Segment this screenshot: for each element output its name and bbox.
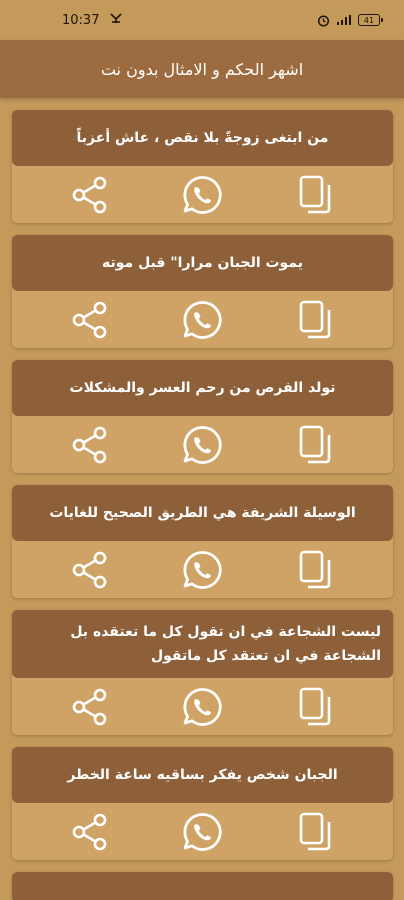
quote-card: ليست الشجاعة في ان تقول كل ما تعتقده بل … — [12, 610, 393, 735]
whatsapp-icon — [183, 550, 223, 589]
whatsapp-icon — [183, 300, 223, 339]
quote-text: الوسيلة الشريفة هي الطريق الصحيح للغايات — [12, 485, 393, 541]
whatsapp-button[interactable] — [180, 298, 224, 342]
share-button[interactable] — [68, 548, 112, 592]
quote-card: يموت الجبان مرارا" قبل موته — [12, 235, 393, 348]
quotes-list[interactable]: من ابتغى زوجةً بلا نقص ، عاش أعزباً يموت… — [12, 110, 393, 900]
quote-actions — [12, 166, 393, 223]
quote-text: يموت الجبان مرارا" قبل موته — [12, 235, 393, 291]
status-time: 10:37 — [62, 12, 100, 28]
quote-text: ليست الشجاعة في ان تقول كل ما تعتقده بل … — [12, 610, 393, 678]
share-icon — [72, 551, 107, 588]
whatsapp-button[interactable] — [180, 685, 224, 729]
share-button[interactable] — [68, 685, 112, 729]
quote-text: من ابتغى زوجةً بلا نقص ، عاش أعزباً — [12, 110, 393, 166]
whatsapp-button[interactable] — [180, 810, 224, 854]
quote-card-partial — [12, 872, 393, 900]
quote-actions — [12, 541, 393, 598]
app-title: اشهر الحكم و الامثال بدون نت — [100, 59, 304, 79]
quote-text: تولد الفرص من رحم العسر والمشكلات — [12, 360, 393, 416]
quote-actions — [12, 416, 393, 473]
whatsapp-button[interactable] — [180, 548, 224, 592]
quote-card: الوسيلة الشريفة هي الطريق الصحيح للغايات — [12, 485, 393, 598]
data-transfer-icon — [109, 12, 123, 28]
copy-icon — [299, 425, 331, 463]
whatsapp-button[interactable] — [180, 173, 224, 217]
copy-button[interactable] — [293, 173, 337, 217]
quote-text-partial — [12, 872, 393, 900]
copy-button[interactable] — [293, 810, 337, 854]
quote-card: الجبان شخص يفكر بساقيه ساعة الخطر — [12, 747, 393, 860]
share-button[interactable] — [68, 298, 112, 342]
status-right: 41 — [317, 14, 383, 27]
quote-card: تولد الفرص من رحم العسر والمشكلات — [12, 360, 393, 473]
share-button[interactable] — [68, 423, 112, 467]
alarm-icon — [317, 14, 330, 27]
whatsapp-icon — [183, 175, 223, 214]
quote-actions — [12, 678, 393, 735]
share-icon — [72, 426, 107, 463]
copy-button[interactable] — [293, 423, 337, 467]
quote-card: من ابتغى زوجةً بلا نقص ، عاش أعزباً — [12, 110, 393, 223]
whatsapp-icon — [183, 687, 223, 726]
whatsapp-button[interactable] — [180, 423, 224, 467]
copy-button[interactable] — [293, 548, 337, 592]
status-bar: 10:37 41 — [0, 0, 404, 40]
signal-icon — [336, 14, 352, 26]
quote-text: الجبان شخص يفكر بساقيه ساعة الخطر — [12, 747, 393, 803]
quote-actions — [12, 803, 393, 860]
share-icon — [72, 813, 107, 850]
copy-button[interactable] — [293, 685, 337, 729]
share-icon — [72, 301, 107, 338]
battery-icon: 41 — [358, 14, 383, 26]
copy-icon — [299, 687, 331, 725]
share-icon — [72, 176, 107, 213]
app-bar: اشهر الحكم و الامثال بدون نت — [0, 40, 404, 98]
quote-actions — [12, 291, 393, 348]
status-left: 10:37 — [62, 12, 123, 28]
share-button[interactable] — [68, 173, 112, 217]
copy-icon — [299, 175, 331, 213]
copy-icon — [299, 300, 331, 338]
share-button[interactable] — [68, 810, 112, 854]
copy-icon — [299, 550, 331, 588]
share-icon — [72, 688, 107, 725]
copy-icon — [299, 812, 331, 850]
whatsapp-icon — [183, 812, 223, 851]
copy-button[interactable] — [293, 298, 337, 342]
whatsapp-icon — [183, 425, 223, 464]
